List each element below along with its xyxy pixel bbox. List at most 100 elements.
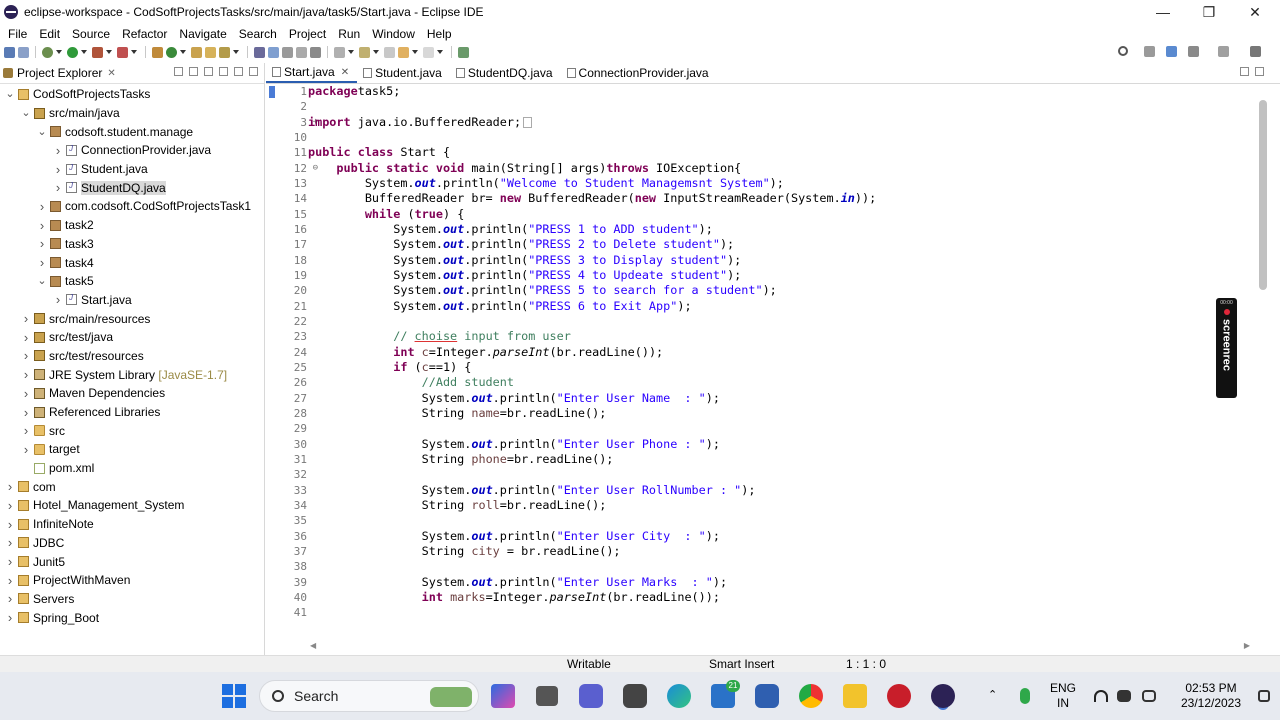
edge-icon[interactable] (667, 684, 691, 708)
chevron-right-icon[interactable]: › (21, 405, 31, 420)
toggle-block-selection-icon[interactable] (282, 46, 293, 58)
code-line[interactable]: System.out.println("Enter User City : ")… (308, 529, 1260, 544)
minimize-view-icon[interactable] (234, 67, 243, 76)
chevron-down-icon[interactable]: ⌄ (5, 89, 15, 100)
code-line[interactable]: public class Start { (308, 145, 1260, 160)
code-line[interactable] (308, 605, 1260, 620)
close-icon[interactable]: ✕ (107, 68, 115, 79)
tree-item[interactable]: pom.xml (0, 459, 264, 478)
tree-item[interactable]: › Junit5 (0, 552, 264, 571)
external-link-icon[interactable] (458, 46, 469, 58)
folded-imports-icon[interactable] (523, 116, 533, 128)
forward-icon[interactable] (423, 46, 434, 58)
chrome-icon[interactable] (799, 684, 823, 708)
search-tool-icon[interactable] (219, 46, 230, 58)
battery-icon[interactable] (1142, 690, 1156, 702)
search-icon[interactable] (1118, 46, 1128, 56)
chevron-right-icon[interactable]: › (21, 311, 31, 326)
code-line[interactable]: System.out.println("Enter User Phone : "… (308, 437, 1260, 452)
dropdown-arrow-icon[interactable] (180, 50, 186, 54)
pin-editor-icon[interactable] (310, 46, 321, 58)
file-explorer-icon[interactable] (843, 684, 867, 708)
maximize-view-icon[interactable] (1255, 67, 1264, 76)
code-line[interactable]: // choise input from user (308, 329, 1260, 344)
code-line[interactable] (308, 130, 1260, 145)
debug-perspective-icon[interactable] (1188, 46, 1199, 57)
code-area[interactable]: packagetask5; import java.io.BufferedRead… (308, 84, 1260, 620)
tree-item[interactable]: › Maven Dependencies (0, 384, 264, 403)
tree-item[interactable]: ⌄ src/main/java (0, 104, 264, 123)
teams-icon[interactable] (579, 684, 603, 708)
vertical-scrollbar[interactable] (1258, 100, 1268, 640)
last-edit-location-icon[interactable] (384, 46, 395, 58)
scroll-right-icon[interactable]: ▶ (1244, 641, 1250, 650)
code-line[interactable] (308, 467, 1260, 482)
open-perspective-icon[interactable] (1144, 46, 1155, 57)
menu-navigate[interactable]: Navigate (173, 27, 232, 41)
scrollbar-thumb[interactable] (1259, 100, 1267, 290)
debug-icon[interactable] (42, 46, 53, 58)
vpn-icon[interactable] (755, 684, 779, 708)
menu-run[interactable]: Run (332, 27, 366, 41)
next-annotation-icon[interactable] (334, 46, 345, 58)
tree-item[interactable]: › Referenced Libraries (0, 403, 264, 422)
code-line[interactable]: System.out.println("PRESS 4 to Updeate s… (308, 268, 1260, 283)
dropdown-arrow-icon[interactable] (106, 50, 112, 54)
code-line[interactable]: System.out.println("PRESS 6 to Exit App"… (308, 299, 1260, 314)
code-line[interactable]: System.out.println("PRESS 1 to ADD stude… (308, 222, 1260, 237)
chevron-right-icon[interactable]: › (53, 180, 63, 195)
previous-annotation-icon[interactable] (359, 46, 370, 58)
tree-item[interactable]: › Start.java (0, 291, 264, 310)
chevron-right-icon[interactable]: › (21, 386, 31, 401)
tree-item[interactable]: › task4 (0, 253, 264, 272)
code-line[interactable] (308, 99, 1260, 114)
dropdown-arrow-icon[interactable] (233, 50, 239, 54)
windows-start-icon[interactable] (222, 684, 246, 708)
tree-item[interactable]: › ProjectWithMaven (0, 571, 264, 590)
dropdown-arrow-icon[interactable] (81, 50, 87, 54)
close-icon[interactable]: ✕ (1232, 0, 1278, 24)
new-class-icon[interactable] (166, 46, 177, 58)
collapse-all-icon[interactable] (174, 67, 183, 76)
link-with-editor-icon[interactable] (189, 67, 198, 76)
chevron-down-icon[interactable]: ⌄ (37, 276, 47, 287)
camera-icon[interactable] (623, 684, 647, 708)
code-line[interactable]: public static void main(String[] args)th… (308, 161, 1260, 176)
menu-window[interactable]: Window (366, 27, 421, 41)
close-icon[interactable]: ✕ (341, 67, 349, 78)
coverage-icon[interactable] (117, 46, 128, 58)
code-line[interactable]: System.out.println("Welcome to Student M… (308, 176, 1260, 191)
menu-source[interactable]: Source (66, 27, 116, 41)
menu-project[interactable]: Project (283, 27, 332, 41)
chevron-right-icon[interactable]: › (5, 517, 15, 532)
tree-item[interactable]: ⌄ codsoft.student.manage (0, 122, 264, 141)
chevron-right-icon[interactable]: › (37, 255, 47, 270)
editor-tab[interactable]: Start.java ✕ (266, 63, 358, 83)
git-perspective-icon[interactable] (1218, 46, 1229, 57)
dropdown-arrow-icon[interactable] (412, 50, 418, 54)
chevron-right-icon[interactable]: › (5, 573, 15, 588)
chevron-right-icon[interactable]: › (5, 479, 15, 494)
code-line[interactable]: BufferedReader br= new BufferedReader(ne… (308, 191, 1260, 206)
tree-item[interactable]: › com (0, 477, 264, 496)
toggle-breadcrumb-icon[interactable] (268, 46, 279, 58)
chevron-right-icon[interactable]: › (5, 610, 15, 625)
chevron-right-icon[interactable]: › (5, 554, 15, 569)
toggle-mark-occurrences-icon[interactable] (254, 46, 265, 58)
code-line[interactable] (308, 421, 1260, 436)
chevron-down-icon[interactable]: ⌄ (21, 108, 31, 119)
dropdown-arrow-icon[interactable] (56, 50, 62, 54)
chevron-down-icon[interactable]: ⌄ (37, 126, 47, 137)
code-line[interactable] (308, 513, 1260, 528)
open-task-icon[interactable] (205, 46, 216, 58)
chevron-right-icon[interactable]: › (37, 236, 47, 251)
tree-item[interactable]: › src (0, 421, 264, 440)
chevron-right-icon[interactable]: › (37, 199, 47, 214)
task-view-icon[interactable] (536, 686, 558, 706)
horizontal-scrollbar[interactable]: ◀ ▶ (310, 639, 1250, 651)
tree-item[interactable]: › target (0, 440, 264, 459)
chevron-right-icon[interactable]: › (5, 498, 15, 513)
tree-item[interactable]: › ConnectionProvider.java (0, 141, 264, 160)
code-line[interactable] (308, 559, 1260, 574)
chevron-right-icon[interactable]: › (21, 348, 31, 363)
